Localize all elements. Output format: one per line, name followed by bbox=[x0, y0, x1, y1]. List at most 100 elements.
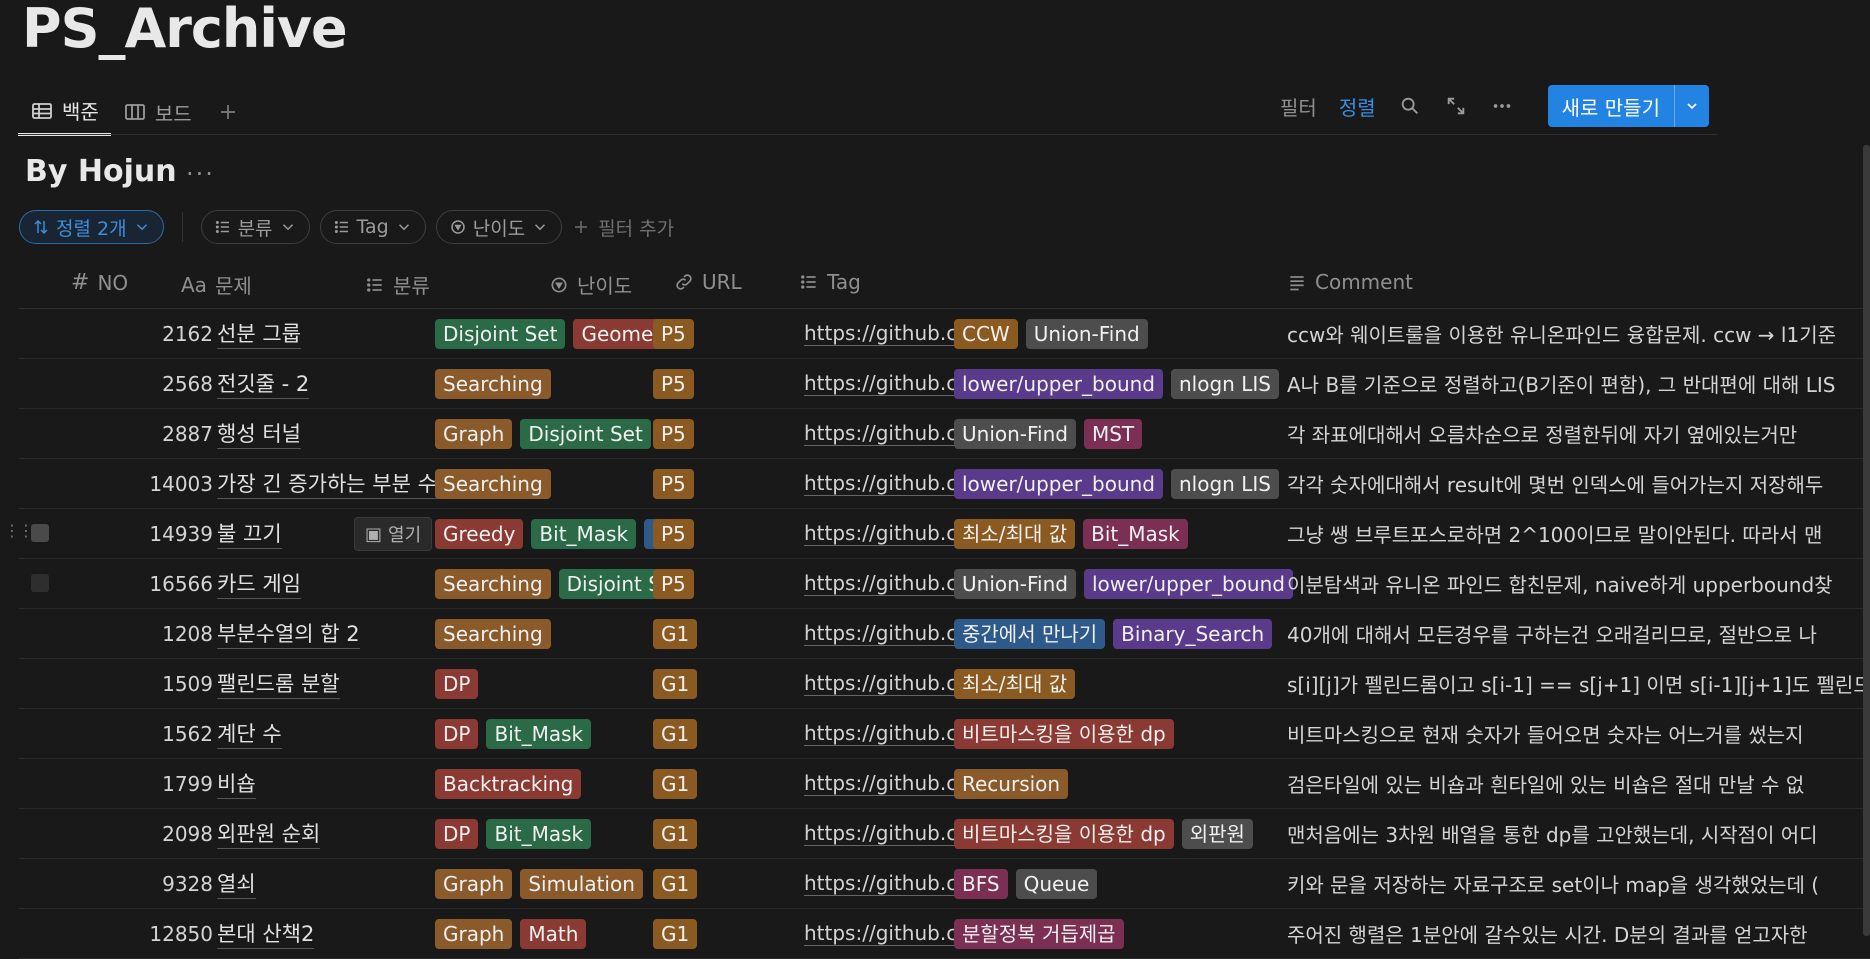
column-header-comment[interactable]: Comment bbox=[1287, 270, 1413, 294]
table-row[interactable]: 12850본대 산책2GraphMathG1https://github.com… bbox=[19, 909, 1870, 959]
url-link[interactable]: https://github.com bbox=[804, 621, 956, 646]
cell-difficulty[interactable]: G1 bbox=[653, 909, 787, 958]
cell-url[interactable]: https://github.com bbox=[804, 909, 956, 958]
cell-url[interactable]: https://github.com bbox=[804, 809, 956, 858]
cell-comment[interactable]: 주어진 행렬은 1분안에 갈수있는 시간. D분의 결과를 얻고자한 bbox=[1287, 909, 1870, 958]
cell-category[interactable]: DP Bit_Mask bbox=[435, 709, 661, 758]
url-link[interactable]: https://github.com bbox=[804, 421, 956, 446]
cell-difficulty[interactable]: P5 bbox=[653, 409, 787, 458]
cell-title[interactable]: 부분수열의 합 2 bbox=[217, 609, 447, 658]
cell-title[interactable]: 가장 긴 증가하는 부분 수열 5 bbox=[217, 459, 447, 508]
cell-url[interactable]: https://github.com bbox=[804, 759, 956, 808]
url-link[interactable]: https://github.com bbox=[804, 921, 956, 946]
cell-difficulty[interactable]: G1 bbox=[653, 759, 787, 808]
cell-category[interactable]: Searching bbox=[435, 609, 661, 658]
add-view-button[interactable] bbox=[204, 88, 252, 136]
cell-comment[interactable]: 검은타일에 있는 비숍과 흰타일에 있는 비숍은 절대 만날 수 없 bbox=[1287, 759, 1870, 808]
cell-tag[interactable]: 최소/최대 값 Bit_Mask bbox=[954, 509, 1296, 558]
url-link[interactable]: https://github.com bbox=[804, 671, 956, 696]
new-button[interactable]: 새로 만들기 bbox=[1548, 85, 1674, 127]
table-row[interactable]: 2568전깃줄 - 2 Searching P5 https://github.com… bbox=[19, 359, 1870, 409]
cell-title[interactable]: 전깃줄 - 2 bbox=[217, 359, 447, 408]
cell-title[interactable]: 외판원 순회 bbox=[217, 809, 447, 858]
cell-difficulty[interactable]: G1 bbox=[653, 859, 787, 908]
open-button[interactable]: ▣ 열기 bbox=[354, 517, 433, 551]
table-row[interactable]: ⋮⋮14939불 끄기▣열기GreedyBit_MaskBruteP5https… bbox=[4, 509, 1870, 559]
cell-url[interactable]: https://github.com bbox=[804, 609, 956, 658]
problem-title[interactable]: 부분수열의 합 2 bbox=[217, 618, 360, 649]
problem-title[interactable]: 불 끄기 bbox=[217, 518, 282, 549]
problem-title[interactable]: 선분 그룹 bbox=[217, 318, 301, 349]
search-icon[interactable] bbox=[1398, 94, 1422, 118]
add-filter-button[interactable]: 필터 추가 bbox=[572, 214, 674, 241]
table-row[interactable]: 1799비숍 Backtracking G1 https://github.comRe… bbox=[19, 759, 1870, 809]
column-header-url[interactable]: URL bbox=[674, 270, 742, 294]
column-header-title[interactable]: Aa 문제 bbox=[181, 270, 252, 299]
table-row[interactable]: 1562계단 수DPBit_MaskG1https://github.com비트… bbox=[19, 709, 1870, 759]
more-icon[interactable] bbox=[1490, 94, 1514, 118]
problem-title[interactable]: 외판원 순회 bbox=[217, 818, 321, 849]
sort-button[interactable]: 정렬 bbox=[1339, 92, 1376, 121]
cell-category[interactable]: Searching bbox=[435, 359, 661, 408]
chevron-down-icon[interactable] bbox=[1673, 85, 1709, 127]
cell-title[interactable]: 본대 산책2 bbox=[217, 909, 447, 958]
tab-board[interactable]: 보드 bbox=[111, 88, 204, 136]
cell-comment[interactable]: 40개에 대해서 모든경우를 구하는건 오래걸리므로, 절반으로 나 bbox=[1287, 609, 1870, 658]
table-row[interactable]: 2887 행성 터널 Graph Disjoint Set P5 https://gith… bbox=[19, 409, 1870, 459]
cell-comment[interactable]: 각각 숫자에대해서 result에 몇번 인덱스에 들어가는지 저장해두 bbox=[1287, 459, 1870, 508]
cell-url[interactable]: https://github.com bbox=[804, 309, 956, 358]
cell-tag[interactable]: Union-Find lower/upper_bound bbox=[954, 559, 1296, 608]
cell-comment[interactable]: 그냥 쌩 브루트포스로하면 2^100이므로 말이안된다. 따라서 맨 bbox=[1287, 509, 1870, 558]
problem-title[interactable]: 열쇠 bbox=[217, 868, 256, 899]
url-link[interactable]: https://github.com bbox=[804, 871, 956, 896]
problem-title[interactable]: 행성 터널 bbox=[217, 418, 301, 449]
url-link[interactable]: https://github.com bbox=[804, 821, 956, 846]
cell-category[interactable]: Graph Simulation bbox=[435, 859, 661, 908]
scrollbar[interactable] bbox=[1863, 145, 1870, 936]
problem-title[interactable]: 본대 산책2 bbox=[217, 918, 315, 949]
cell-comment[interactable]: 비트마스킹으로 현재 숫자가 들어오면 숫자는 어느거를 썼는지 bbox=[1287, 709, 1870, 758]
cell-difficulty[interactable]: G1 bbox=[653, 809, 787, 858]
expand-icon[interactable] bbox=[1444, 94, 1468, 118]
cell-tag[interactable]: 최소/최대 값 bbox=[954, 659, 1296, 708]
table-row[interactable]: 2098외판원 순회DPBit_MaskG1https://github.com… bbox=[19, 809, 1870, 859]
drag-handle-icon[interactable]: ⋮⋮ bbox=[4, 521, 34, 540]
problem-title[interactable]: 계단 수 bbox=[217, 718, 282, 749]
cell-difficulty[interactable]: G1 bbox=[653, 659, 787, 708]
url-link[interactable]: https://github.com bbox=[804, 721, 956, 746]
cell-comment[interactable]: 이분탐색과 유니온 파인드 합친문제, naive하게 upperbound찾 bbox=[1287, 559, 1870, 608]
cell-tag[interactable]: 비트마스킹을 이용한 dp 외판원 bbox=[954, 809, 1296, 858]
cell-difficulty[interactable]: P5 bbox=[653, 559, 787, 608]
filter-chip-category[interactable]: 분류 bbox=[200, 210, 310, 244]
cell-tag[interactable]: 중간에서 만나기 Binary_Search bbox=[954, 609, 1296, 658]
cell-tag[interactable]: Recursion bbox=[954, 759, 1296, 808]
cell-tag[interactable]: 분할정복 거듭제곱 bbox=[954, 909, 1296, 958]
cell-comment[interactable]: A나 B를 기준으로 정렬하고(B기준이 편함), 그 반대편에 대해 LIS bbox=[1287, 359, 1870, 408]
cell-category[interactable]: Disjoint SetGeometry bbox=[435, 309, 661, 358]
cell-category[interactable]: DP Bit_Mask bbox=[435, 809, 661, 858]
more-icon[interactable]: ··· bbox=[186, 160, 215, 188]
url-link[interactable]: https://github.com bbox=[804, 571, 956, 596]
cell-comment[interactable]: ccw와 웨이트룰을 이용한 유니온파인드 융합문제. ccw → l1기준 bbox=[1287, 309, 1870, 358]
cell-difficulty[interactable]: P5 bbox=[653, 309, 787, 358]
table-row[interactable]: 1509팰린드롬 분할 DP G1 https://github.com최소/최대 값… bbox=[19, 659, 1870, 709]
cell-difficulty[interactable]: P5 bbox=[653, 359, 787, 408]
filter-chip-tag[interactable]: Tag bbox=[319, 210, 426, 244]
table-row[interactable]: 16566카드 게임 SearchingDisjoint SetP5 https:/… bbox=[19, 559, 1870, 609]
cell-difficulty[interactable]: G1 bbox=[653, 709, 787, 758]
table-row[interactable]: 1208 부분수열의 합 2 Searching G1 https://github.c… bbox=[19, 609, 1870, 659]
cell-tag[interactable]: 비트마스킹을 이용한 dp bbox=[954, 709, 1296, 758]
cell-tag[interactable]: BFS Queue bbox=[954, 859, 1296, 908]
cell-title[interactable]: 선분 그룹 bbox=[217, 309, 447, 358]
cell-comment[interactable]: s[i][j]가 펠린드롬이고 s[i-1] == s[j+1] 이면 s[i-… bbox=[1287, 659, 1870, 708]
cell-category[interactable]: Backtracking bbox=[435, 759, 661, 808]
cell-category[interactable]: Graph Disjoint Set bbox=[435, 409, 661, 458]
cell-tag[interactable]: Union-Find MST bbox=[954, 409, 1296, 458]
url-link[interactable]: https://github.com bbox=[804, 521, 956, 546]
cell-difficulty[interactable]: P5 bbox=[653, 509, 787, 558]
table-row[interactable]: 2162선분 그룹 Disjoint SetGeometryP5 https://g… bbox=[19, 309, 1870, 359]
cell-title[interactable]: 카드 게임 bbox=[217, 559, 447, 608]
filter-button[interactable]: 필터 bbox=[1280, 92, 1317, 121]
cell-difficulty[interactable]: G1 bbox=[653, 609, 787, 658]
cell-category[interactable]: SearchingDisjoint Set bbox=[435, 559, 661, 608]
